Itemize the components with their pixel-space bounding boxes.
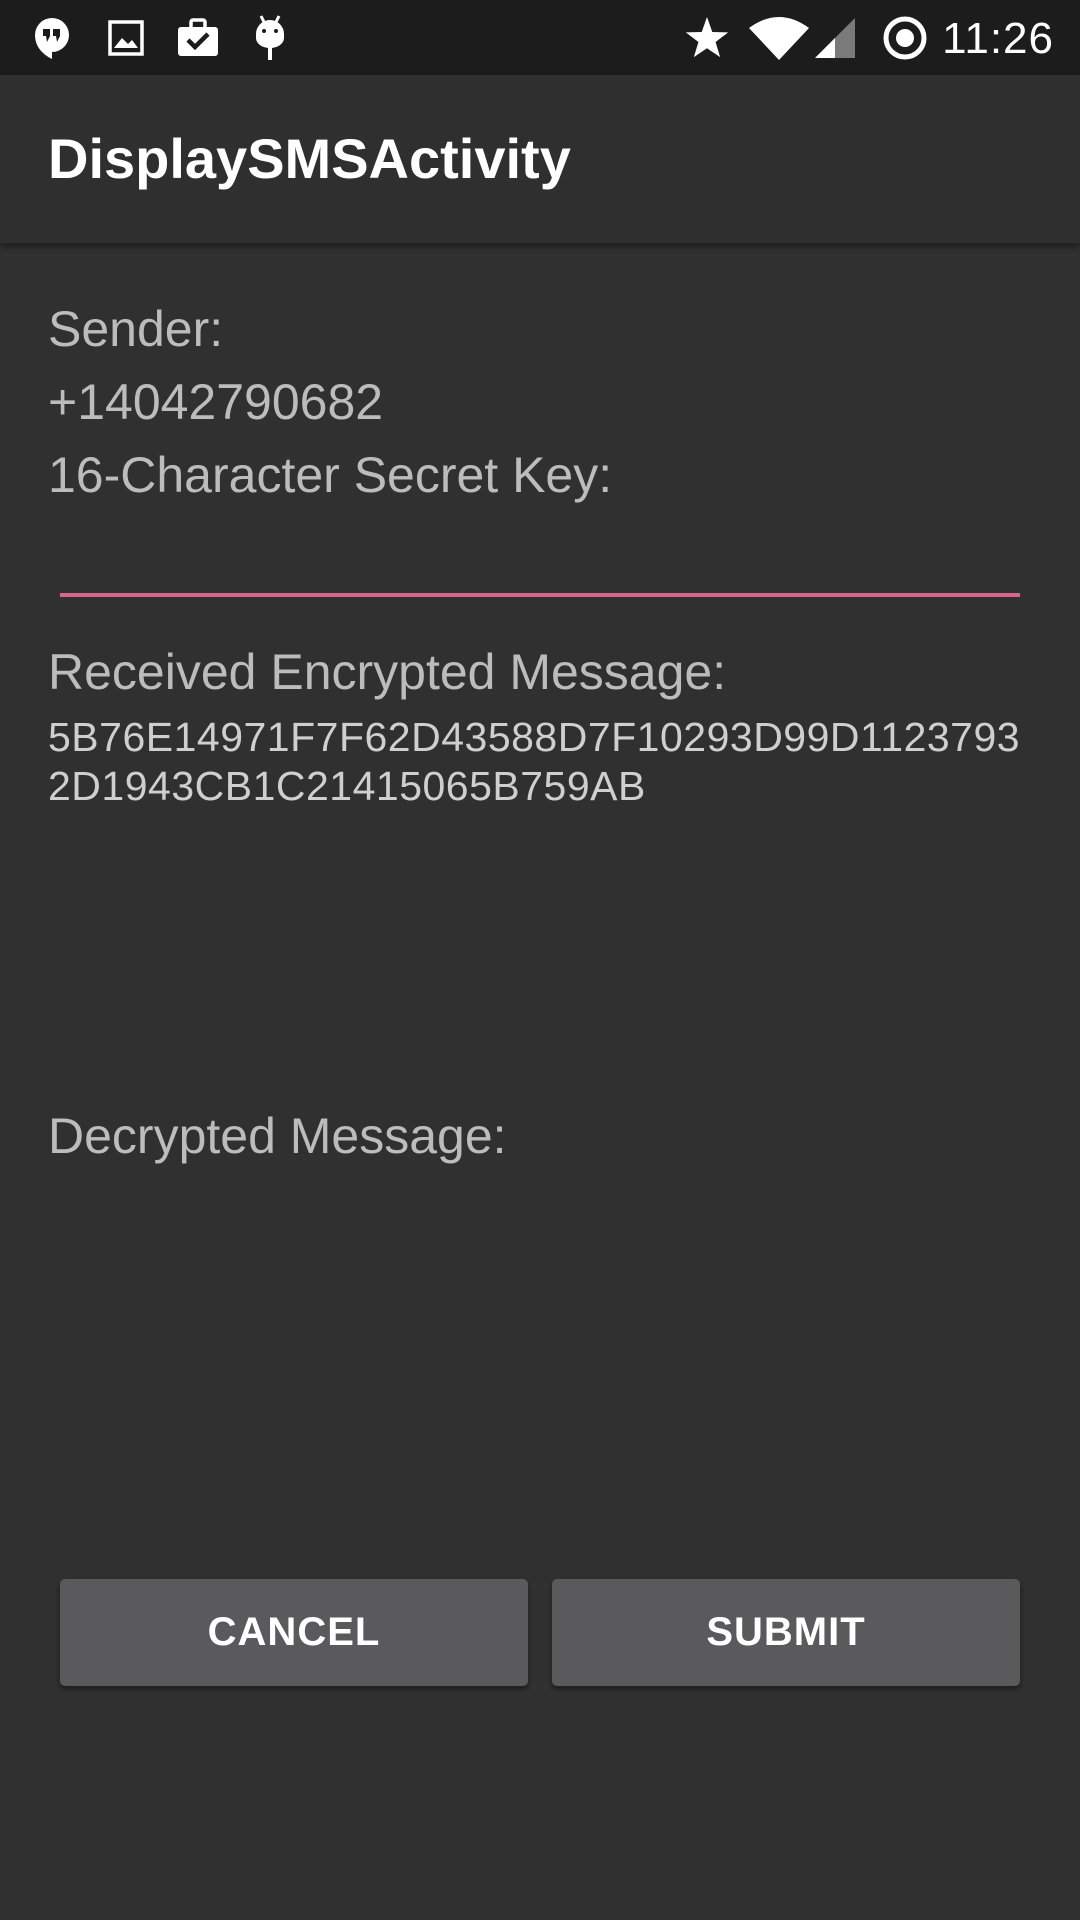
page-title: DisplaySMSActivity [48, 127, 571, 190]
cell-signal-icon [812, 0, 858, 75]
sender-value: +14042790682 [48, 374, 384, 430]
secret-key-label: 16-Character Secret Key: [48, 447, 613, 503]
hangouts-icon [30, 0, 74, 75]
wifi-icon [748, 0, 810, 75]
sync-icon [880, 0, 930, 75]
android-debug-icon [250, 0, 290, 75]
submit-button[interactable]: SUBMIT [552, 1579, 1020, 1686]
briefcase-check-icon [175, 0, 221, 75]
sender-label: Sender: [48, 301, 224, 357]
encrypted-message-value: 5B76E14971F7F62D43588D7F10293D99D1123793… [48, 714, 1021, 809]
status-time: 11:26 [942, 14, 1054, 63]
app-bar: DisplaySMSActivity [0, 75, 1080, 243]
star-icon [684, 0, 730, 75]
image-icon [106, 0, 146, 75]
status-bar: 11:26 [0, 0, 1080, 75]
content: Sender: +14042790682 16-Character Secret… [0, 243, 1080, 1920]
cancel-button[interactable]: CANCEL [60, 1579, 528, 1686]
decrypted-message-label: Decrypted Message: [48, 1108, 507, 1164]
encrypted-message-label: Received Encrypted Message: [48, 644, 727, 700]
secret-key-input[interactable] [60, 503, 1020, 597]
